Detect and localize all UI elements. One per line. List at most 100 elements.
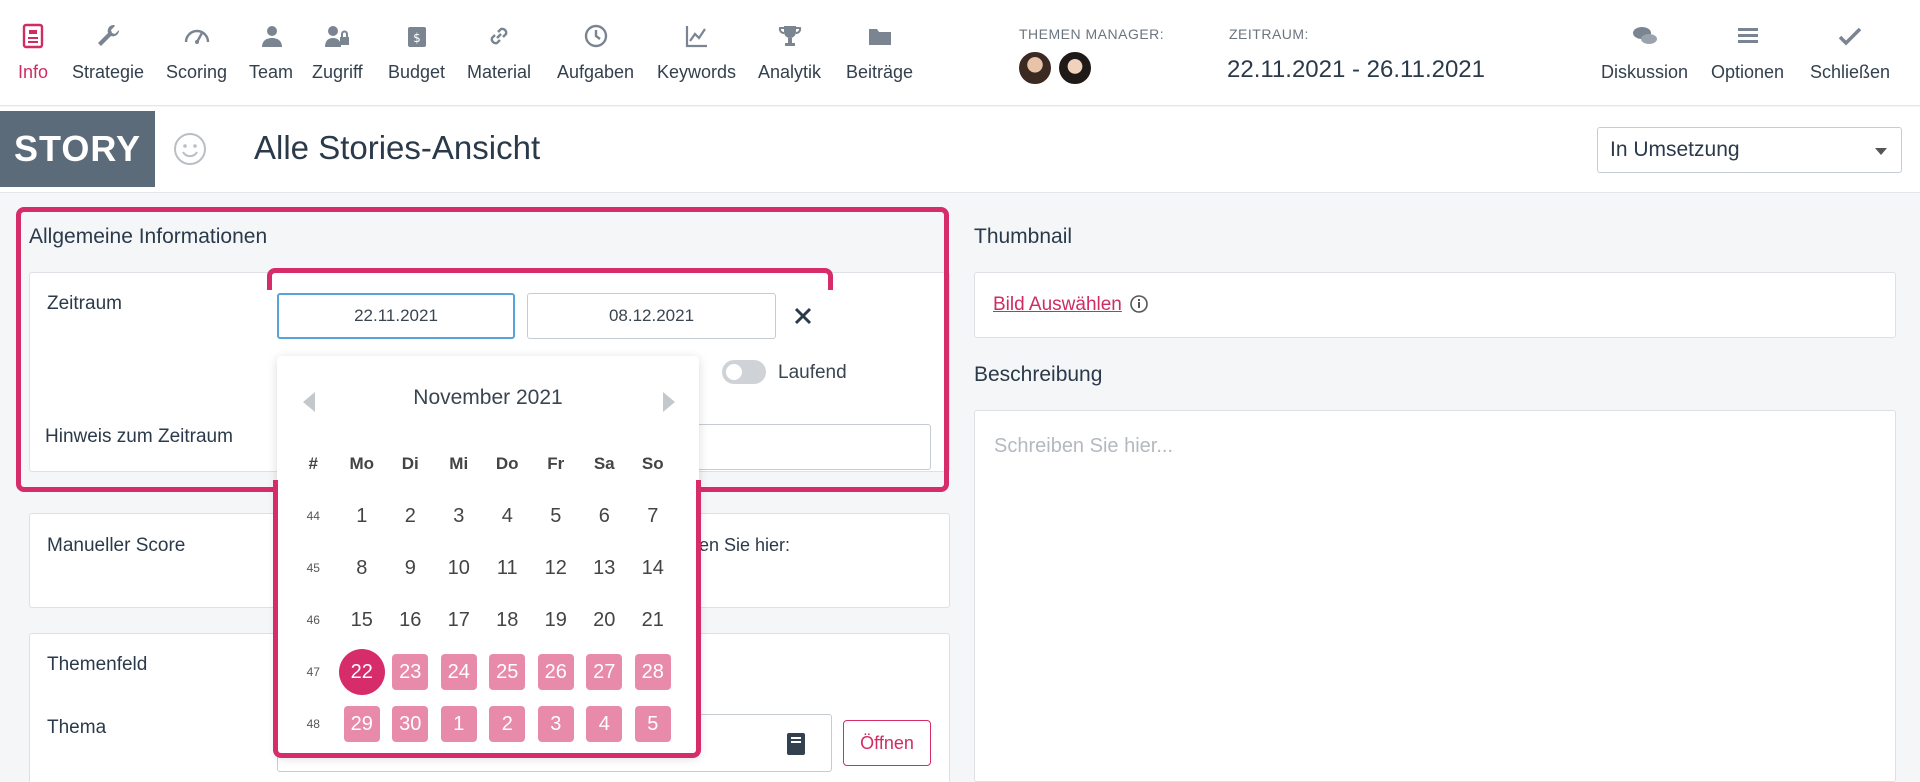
- check-icon: [1810, 22, 1890, 56]
- nav-material[interactable]: Material: [467, 22, 531, 83]
- calendar-day[interactable]: 17: [435, 602, 484, 638]
- story-badge: STORY: [0, 111, 155, 187]
- calendar-week-row: 46 15 16 17 18 19 20 21: [289, 594, 677, 646]
- calendar-day[interactable]: 15: [338, 602, 387, 638]
- calendar-day[interactable]: 21: [629, 602, 678, 638]
- nav-zugriff[interactable]: Zugriff: [312, 22, 363, 83]
- gauge-icon: [166, 22, 227, 56]
- description-placeholder: Schreiben Sie hier...: [994, 435, 1173, 457]
- nav-aufgaben[interactable]: Aufgaben: [557, 22, 634, 83]
- close-icon[interactable]: [790, 303, 816, 329]
- nav-schliessen[interactable]: Schließen: [1810, 22, 1890, 83]
- menu-icon: [1711, 22, 1784, 56]
- chat-icon: [1601, 22, 1688, 56]
- calendar-day[interactable]: 19: [532, 602, 581, 638]
- ongoing-toggle[interactable]: [722, 360, 766, 384]
- calendar-grid: # Mo Di Mi Do Fr Sa So 44 1 2 3 4 5 6 7 …: [289, 438, 677, 750]
- calendar-day-in-range[interactable]: 1: [435, 706, 484, 742]
- week-number: 45: [306, 561, 320, 575]
- calendar-day[interactable]: 4: [483, 498, 532, 534]
- nav-analytik[interactable]: Analytik: [758, 22, 821, 83]
- status-select[interactable]: In Umsetzung: [1597, 127, 1902, 173]
- svg-text:$: $: [413, 31, 421, 45]
- nav-keywords[interactable]: Keywords: [657, 22, 736, 83]
- general-section-title: Allgemeine Informationen: [29, 225, 268, 248]
- story-title: Alle Stories-Ansicht: [254, 129, 541, 166]
- nav-beitraege[interactable]: Beiträge: [846, 22, 913, 83]
- budget-icon: $: [388, 22, 445, 56]
- week-number: 44: [306, 509, 320, 523]
- description-title: Beschreibung: [974, 363, 1103, 386]
- calendar-day[interactable]: 10: [435, 550, 484, 586]
- access-icon: [312, 22, 363, 56]
- clock-icon: [557, 22, 634, 56]
- status-value: In Umsetzung: [1610, 138, 1740, 161]
- calendar-day[interactable]: 7: [629, 498, 678, 534]
- book-icon[interactable]: [785, 732, 807, 756]
- calendar-day-in-range[interactable]: 27: [580, 654, 629, 690]
- week-number: 48: [306, 717, 320, 731]
- calendar-day[interactable]: 16: [386, 602, 435, 638]
- calendar-day[interactable]: 12: [532, 550, 581, 586]
- calendar-day-in-range[interactable]: 30: [386, 706, 435, 742]
- calendar-day[interactable]: 2: [386, 498, 435, 534]
- start-date-input[interactable]: 22.11.2021: [277, 293, 515, 339]
- calendar-day-in-range[interactable]: 24: [435, 654, 484, 690]
- nav-team[interactable]: Team: [249, 22, 293, 83]
- chevron-down-icon: [1875, 148, 1887, 155]
- open-button[interactable]: Öffnen: [843, 720, 931, 766]
- calendar-day-in-range[interactable]: 26: [532, 654, 581, 690]
- calendar-day[interactable]: 9: [386, 550, 435, 586]
- calendar-day[interactable]: 1: [338, 498, 387, 534]
- manager-label: THEMEN MANAGER:: [1019, 26, 1165, 42]
- calendar-day-in-range[interactable]: 5: [629, 706, 678, 742]
- manager-avatar[interactable]: [1057, 50, 1093, 86]
- calendar-day-in-range[interactable]: 3: [532, 706, 581, 742]
- calendar-day[interactable]: 5: [532, 498, 581, 534]
- top-navigation: Info Strategie Scoring Team Zugriff $ Bu…: [0, 0, 1920, 106]
- zeitraum-value: 22.11.2021 - 26.11.2021: [1227, 56, 1485, 83]
- manager-avatar[interactable]: [1017, 50, 1053, 86]
- nav-scoring[interactable]: Scoring: [166, 22, 227, 83]
- end-date-input[interactable]: 08.12.2021: [527, 293, 776, 339]
- calendar-day[interactable]: 14: [629, 550, 678, 586]
- calendar-day-selected[interactable]: 22: [338, 649, 387, 695]
- calendar-day[interactable]: 13: [580, 550, 629, 586]
- calendar-day-in-range[interactable]: 25: [483, 654, 532, 690]
- calendar-day-in-range[interactable]: 23: [386, 654, 435, 690]
- calendar-day-in-range[interactable]: 4: [580, 706, 629, 742]
- calendar-day[interactable]: 3: [435, 498, 484, 534]
- calendar-week-row: 45 8 9 10 11 12 13 14: [289, 542, 677, 594]
- calendar-week-row: 48 29 30 1 2 3 4 5: [289, 698, 677, 750]
- description-editor[interactable]: Schreiben Sie hier...: [974, 410, 1896, 782]
- calendar-day-in-range[interactable]: 29: [338, 706, 387, 742]
- chart-icon: [657, 22, 736, 56]
- calendar-day-in-range[interactable]: 28: [629, 654, 678, 690]
- date-picker: November 2021 # Mo Di Mi Do Fr Sa So 44 …: [277, 356, 699, 756]
- nav-info[interactable]: Info: [18, 22, 48, 83]
- next-month-arrow[interactable]: [663, 392, 675, 412]
- smiley-icon[interactable]: [172, 131, 208, 167]
- nav-diskussion[interactable]: Diskussion: [1601, 22, 1688, 83]
- calendar-day[interactable]: 20: [580, 602, 629, 638]
- link-icon: [467, 22, 531, 56]
- hint-input[interactable]: [690, 424, 931, 470]
- score-hint: en Sie hier:: [699, 535, 791, 555]
- select-image-link[interactable]: Bild Auswählen: [993, 294, 1122, 316]
- team-icon: [249, 22, 293, 56]
- calendar-day[interactable]: 18: [483, 602, 532, 638]
- zeitraum-field-label: Zeitraum: [47, 293, 122, 314]
- nav-budget[interactable]: $ Budget: [388, 22, 445, 83]
- info-circle-icon[interactable]: [1129, 294, 1149, 314]
- calendar-day[interactable]: 11: [483, 550, 532, 586]
- nav-optionen[interactable]: Optionen: [1711, 22, 1784, 83]
- calendar-day[interactable]: 8: [338, 550, 387, 586]
- folder-icon: [846, 22, 913, 56]
- thema-label: Thema: [47, 717, 107, 738]
- trophy-icon: [758, 22, 821, 56]
- hint-field-label: Hinweis zum Zeitraum: [45, 426, 233, 447]
- calendar-day-in-range[interactable]: 2: [483, 706, 532, 742]
- calendar-month: November 2021: [413, 386, 563, 409]
- nav-strategie[interactable]: Strategie: [72, 22, 144, 83]
- calendar-day[interactable]: 6: [580, 498, 629, 534]
